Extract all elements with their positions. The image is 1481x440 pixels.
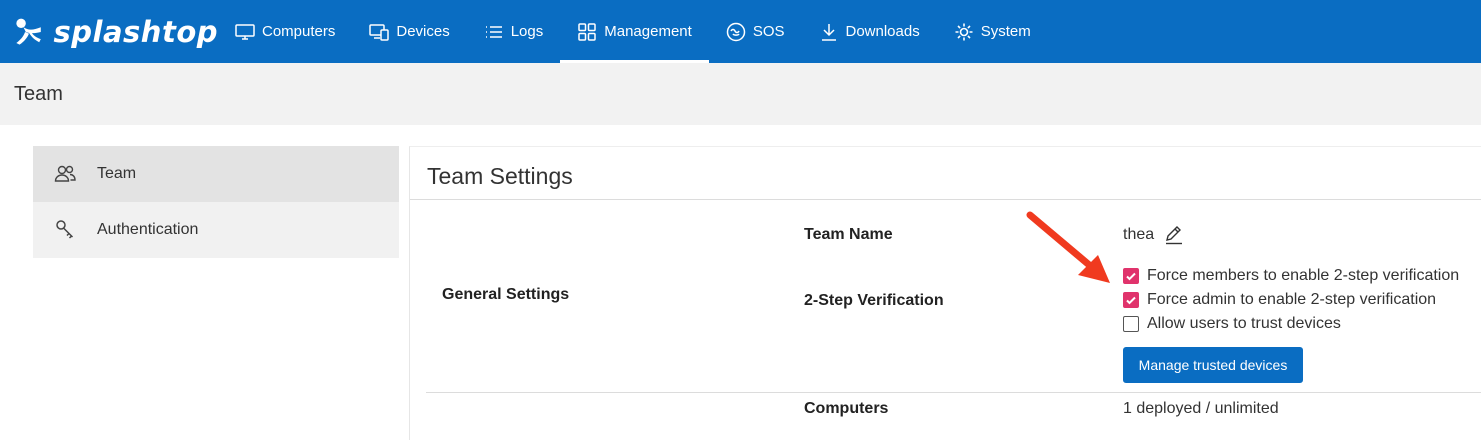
divider (426, 392, 1481, 393)
nav-item-sos[interactable]: SOS (709, 0, 802, 63)
checkbox-force-admin-2fa[interactable]: Force admin to enable 2-step verificatio… (1123, 291, 1436, 309)
nav-item-computers[interactable]: Computers (218, 0, 352, 63)
users-icon (53, 162, 77, 186)
nav-item-downloads[interactable]: Downloads (802, 0, 937, 63)
nav-item-system[interactable]: System (937, 0, 1048, 63)
nav-label: System (980, 23, 1031, 40)
nav-item-management[interactable]: Management (560, 0, 709, 63)
brand-name: splashtop (53, 14, 218, 49)
nav-label: Downloads (845, 23, 920, 40)
nav-label: Management (604, 23, 692, 40)
checkbox[interactable] (1123, 268, 1139, 284)
sidebar-item-authentication[interactable]: Authentication (33, 202, 399, 258)
page-header: Team (0, 63, 1481, 125)
panel-title: Team Settings (427, 163, 573, 189)
devices-icon (369, 22, 390, 42)
main-nav: Computers Devices Logs Management SOS Do… (218, 0, 1048, 63)
splashtop-logo-icon (16, 18, 41, 45)
nav-label: Computers (262, 23, 336, 40)
top-navigation-bar: splashtop Computers Devices Logs Managem… (0, 0, 1481, 63)
checkbox[interactable] (1123, 316, 1139, 332)
nav-item-devices[interactable]: Devices (352, 0, 466, 63)
grid-icon (577, 22, 597, 42)
divider (410, 199, 1481, 200)
list-icon (484, 22, 504, 42)
sidebar-item-label: Team (97, 165, 137, 182)
team-settings-panel: Team Settings General Settings Team Name… (409, 146, 1481, 440)
key-icon (53, 218, 77, 242)
splashtop-logo[interactable]: splashtop (0, 0, 218, 63)
pencil-icon[interactable] (1164, 225, 1184, 245)
team-name-label: Team Name (804, 226, 893, 243)
nav-label: Logs (510, 23, 544, 40)
nav-label: Devices (396, 23, 450, 40)
page-title: Team (14, 83, 63, 105)
computers-label: Computers (804, 400, 889, 417)
nav-item-logs[interactable]: Logs (467, 0, 561, 63)
checkbox-label: Force admin to enable 2-step verificatio… (1147, 291, 1437, 308)
checkbox-allow-trust-devices[interactable]: Allow users to trust devices (1123, 315, 1341, 333)
gear-icon (954, 22, 974, 42)
section-label-general-settings: General Settings (442, 286, 570, 303)
checkbox-force-members-2fa[interactable]: Force members to enable 2-step verificat… (1123, 267, 1459, 285)
download-icon (819, 22, 839, 42)
sidebar-item-label: Authentication (97, 221, 199, 238)
checkbox-label: Force members to enable 2-step verificat… (1147, 267, 1460, 284)
computers-value: 1 deployed / unlimited (1123, 400, 1279, 417)
settings-sidebar: Team Authentication (33, 146, 399, 258)
monitor-icon (235, 22, 255, 42)
nav-label: SOS (752, 23, 785, 40)
team-name-value: thea (1123, 226, 1155, 243)
two-step-verification-label: 2-Step Verification (804, 292, 944, 309)
sos-icon (726, 22, 746, 42)
sidebar-item-team[interactable]: Team (33, 146, 399, 202)
annotation-arrow-icon (1026, 211, 1110, 283)
manage-trusted-devices-button[interactable]: Manage trusted devices (1123, 347, 1303, 383)
checkbox[interactable] (1123, 292, 1139, 308)
checkbox-label: Allow users to trust devices (1147, 315, 1341, 332)
